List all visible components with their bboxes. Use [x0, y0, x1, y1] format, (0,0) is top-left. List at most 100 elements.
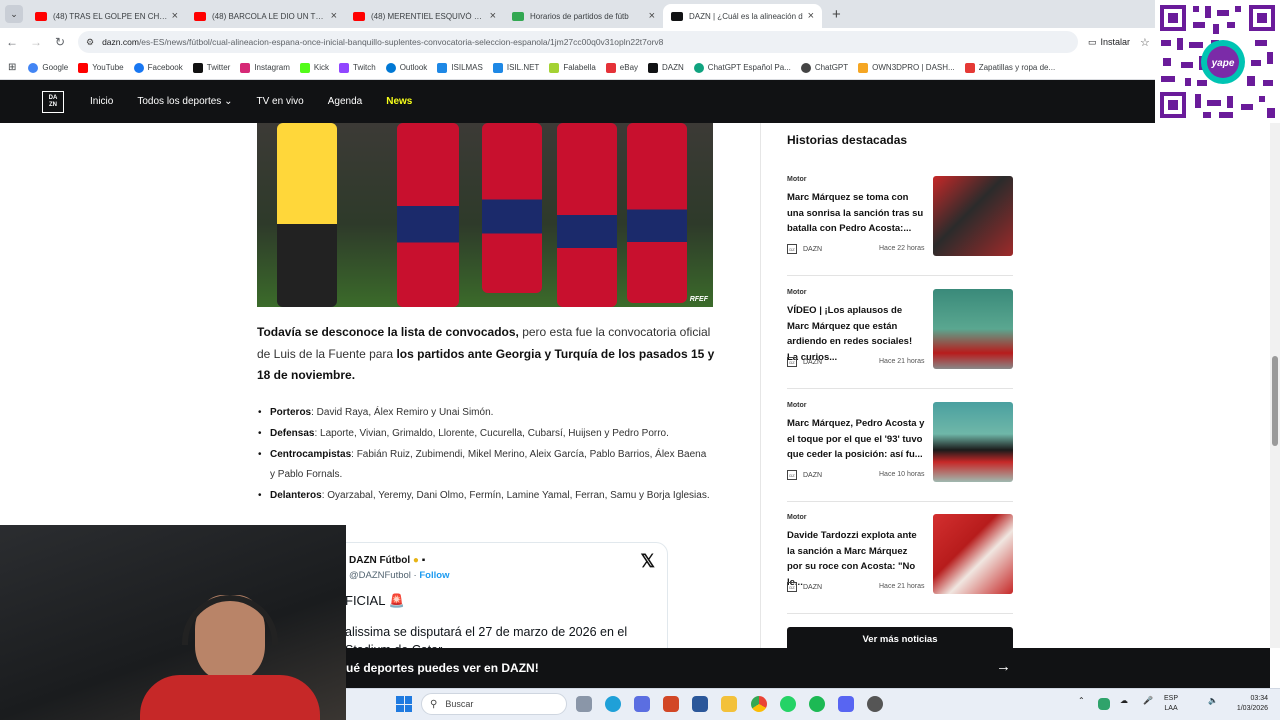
close-tab-icon[interactable]: × [490, 10, 496, 22]
bookmark[interactable]: Outlook [385, 62, 428, 73]
close-tab-icon[interactable]: × [172, 10, 178, 22]
bookmark[interactable]: Facebook [133, 62, 183, 73]
windows-start-icon[interactable] [396, 696, 412, 712]
facebook-icon [133, 62, 144, 73]
forward-icon[interactable]: → [24, 35, 48, 49]
source-label: DAZN [803, 358, 823, 366]
nav-agenda[interactable]: Agenda [328, 96, 362, 107]
reload-icon[interactable]: ↻ [48, 35, 72, 49]
cloud-icon[interactable]: ☁ [1120, 696, 1128, 705]
chrome-icon[interactable] [751, 696, 767, 712]
squad-list: Porteros: David Raya, Álex Remiro y Unai… [258, 403, 710, 507]
tray-chevron-icon[interactable]: ⌃ [1078, 696, 1085, 705]
story-thumbnail[interactable] [933, 176, 1013, 256]
browser-tab-bar: ⌄ (48) TRAS EL GOLPE EN CHAMP × (48) BAR… [0, 0, 1280, 28]
bookmark[interactable]: Falabella [549, 62, 596, 73]
follow-link[interactable]: Follow [419, 570, 449, 581]
browser-tab[interactable]: (48) BARCOLA LE DIO UN TRIUN × [186, 4, 345, 28]
story-card[interactable]: Motor Marc Márquez, Pedro Acosta y el to… [787, 402, 1013, 502]
bookmark-star-icon[interactable]: ☆ [1140, 36, 1150, 49]
bookmark[interactable]: ISIL.NET [492, 62, 539, 73]
install-button[interactable]: ▭ Instalar [1088, 37, 1130, 48]
bookmark[interactable]: eBay [605, 62, 638, 73]
nav-todos-los-deportes[interactable]: Todos los deportes ⌄ [137, 96, 232, 107]
story-headline[interactable]: Marc Márquez, Pedro Acosta y el toque po… [787, 416, 925, 463]
browser-tab[interactable]: (48) MERENTIEL ESQUIVÓ LA D × [345, 4, 504, 28]
bookmark-label: ISILMAS [451, 63, 483, 72]
store-icon[interactable] [634, 696, 650, 712]
story-headline[interactable]: Marc Márquez se toma con una sonrisa la … [787, 190, 925, 237]
story-time: Hace 22 horas [879, 245, 925, 252]
story-thumbnail[interactable] [933, 402, 1013, 482]
dazn-icon [648, 62, 659, 73]
chevron-down-icon: ⌄ [224, 96, 233, 107]
browser-tab-active[interactable]: DAZN | ¿Cuál es la alineación d × [663, 4, 822, 28]
tab-title: (48) BARCOLA LE DIO UN TRIUN [212, 11, 327, 21]
app-icon[interactable] [867, 696, 883, 712]
bookmark[interactable]: Twitch [339, 62, 376, 73]
nav-inicio[interactable]: Inicio [90, 96, 113, 107]
taskbar-search[interactable]: ⚲ Buscar [421, 693, 567, 715]
site-info-icon[interactable]: ⚙ [86, 37, 94, 48]
close-tab-icon[interactable]: × [649, 10, 655, 22]
powerpoint-icon[interactable] [663, 696, 679, 712]
story-headline[interactable]: VÍDEO | ¡Los aplausos de Marc Márquez qu… [787, 303, 925, 365]
language-indicator[interactable]: ESP LAA [1164, 694, 1178, 714]
bookmark[interactable]: ChatGPT [800, 62, 848, 73]
tweet-handle-text: @DAZNFutbol [349, 570, 411, 581]
dazn-icon: DZ [787, 244, 797, 254]
tab-search-icon[interactable]: ⌄ [5, 5, 23, 23]
story-thumbnail[interactable] [933, 514, 1013, 594]
install-label: Instalar [1100, 37, 1131, 47]
bookmark-label: Outlook [399, 63, 428, 72]
bookmark[interactable]: YouTube [78, 62, 124, 73]
own3d-icon [858, 62, 869, 73]
new-tab-icon[interactable]: + [832, 6, 841, 23]
spotify-icon[interactable] [809, 696, 825, 712]
story-card[interactable]: Motor Marc Márquez se toma con una sonri… [787, 176, 1013, 276]
url-field[interactable]: ⚙ dazn.com/es-ES/news/fútbol/cual-alinea… [78, 31, 1078, 53]
headphones [182, 595, 278, 645]
word-icon[interactable] [692, 696, 708, 712]
scrollbar-thumb[interactable] [1272, 356, 1278, 446]
close-tab-icon[interactable]: × [331, 10, 337, 22]
bookmark[interactable]: Google [28, 62, 68, 73]
whatsapp-icon[interactable] [780, 696, 796, 712]
taskbar-clock[interactable]: 03:34 1/03/2026 [1228, 694, 1268, 714]
close-tab-icon[interactable]: × [808, 10, 814, 22]
story-category: Motor [787, 402, 807, 409]
file-explorer-icon[interactable] [721, 696, 737, 712]
bookmark[interactable]: DAZN [648, 62, 684, 73]
story-thumbnail[interactable] [933, 289, 1013, 369]
apps-grid-icon[interactable]: ⊞ [8, 62, 16, 73]
tray-app-icon[interactable] [1098, 698, 1110, 710]
story-card[interactable]: Motor VÍDEO | ¡Los aplausos de Marc Márq… [787, 289, 1013, 389]
story-card[interactable]: Motor Davide Tardozzi explota ante la sa… [787, 514, 1013, 614]
microphone-icon[interactable]: 🎤 [1143, 696, 1153, 705]
dazn-logo[interactable]: DA ZN [42, 90, 64, 113]
bookmark-label: ChatGPT Español Pa... [707, 63, 791, 72]
bookmark[interactable]: Kick [299, 62, 329, 73]
volume-icon[interactable]: 🔈 [1208, 696, 1218, 705]
tab-title: (48) MERENTIEL ESQUIVÓ LA D [371, 11, 486, 21]
nav-news[interactable]: News [386, 96, 412, 107]
nav-tv-en-vivo[interactable]: TV en vivo [256, 96, 303, 107]
bookmark[interactable]: OWN3DPRO | DASH... [858, 62, 955, 73]
back-icon[interactable]: ← [0, 35, 24, 49]
story-headline[interactable]: Davide Tardozzi explota ante la sanción … [787, 528, 925, 590]
embedded-tweet[interactable]: DAZN Fútbol ● ▪ @DAZNFutbol · Follow 𝕏 F… [330, 542, 668, 662]
bookmark[interactable]: ChatGPT Español Pa... [693, 62, 791, 73]
source-label: DAZN [803, 471, 823, 479]
bookmark[interactable]: Zapatillas y ropa de... [964, 62, 1055, 73]
task-view-icon[interactable] [576, 696, 592, 712]
x-logo-icon[interactable]: 𝕏 [640, 551, 655, 572]
bookmark[interactable]: Twitter [192, 62, 230, 73]
browser-tab[interactable]: (48) TRAS EL GOLPE EN CHAMP × [27, 4, 186, 28]
bookmark[interactable]: Instagram [240, 62, 290, 73]
browser-tab[interactable]: Horarios de partidos de fútb × [504, 4, 663, 28]
arrow-right-icon[interactable]: → [996, 658, 1011, 675]
edge-icon[interactable] [605, 696, 621, 712]
banner-text[interactable]: ué deportes puedes ver en DAZN! [346, 661, 539, 675]
discord-icon[interactable] [838, 696, 854, 712]
bookmark[interactable]: ISILMAS [437, 62, 483, 73]
